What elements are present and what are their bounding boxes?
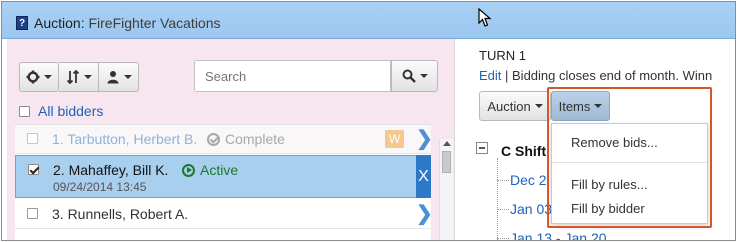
bidder-row[interactable]: 3. Runnells, Robert A. ❯ <box>15 199 433 229</box>
gear-icon <box>26 70 40 84</box>
sort-icon <box>66 70 79 84</box>
turn-info-text: Bidding closes end of month. Winn <box>512 68 713 83</box>
window-title-prefix: Auction: <box>34 15 85 31</box>
bidder-timestamp: 09/24/2014 13:45 <box>53 180 147 194</box>
bidder-name: 3. Runnells, Robert A. <box>52 206 189 222</box>
chevron-down-icon <box>123 75 132 79</box>
turn-info: Edit | Bidding closes end of month. Winn <box>479 68 712 83</box>
winner-badge: W <box>385 130 404 148</box>
all-bidders-toggle[interactable]: All bidders <box>19 103 103 119</box>
auction-menu-button[interactable]: Auction <box>479 91 551 121</box>
chevron-down-icon <box>534 104 543 108</box>
search-input[interactable] <box>194 60 391 92</box>
chevron-down-icon <box>419 74 428 78</box>
items-dropdown-menu: Remove bids... Fill by rules... Fill by … <box>551 123 708 224</box>
items-menu-label: Items <box>558 98 591 114</box>
search-icon <box>402 69 416 83</box>
tree-connector <box>497 158 498 240</box>
scroll-up-icon[interactable] <box>443 141 451 146</box>
chevron-down-icon <box>594 104 603 108</box>
remove-bidder-button[interactable]: X <box>416 155 431 198</box>
bidder-status: Complete <box>207 131 285 147</box>
tree-group-title: C Shift <box>501 143 547 159</box>
tree-connector <box>497 238 509 239</box>
all-bidders-checkbox[interactable] <box>19 105 30 117</box>
tree-connector <box>497 209 509 210</box>
bidder-status-label: Active <box>200 162 239 178</box>
window-title-name: FireFighter Vacations <box>88 15 221 31</box>
tree-item[interactable]: Jan 13 - Jan 20 <box>510 230 607 240</box>
bidder-checkbox[interactable] <box>28 164 39 175</box>
bidder-name: 2. Mahaffey, Bill K. <box>53 162 169 178</box>
vertical-scrollbar[interactable] <box>439 139 453 240</box>
window-titlebar: ? Auction: FireFighter Vacations <box>2 2 735 39</box>
bidder-list: 1. Tarbutton, Herbert B. Complete W ❯ 2.… <box>15 124 433 240</box>
edit-link[interactable]: Edit <box>479 68 501 83</box>
search-button[interactable] <box>391 60 438 92</box>
bidder-checkbox[interactable] <box>27 208 38 219</box>
items-menu-button[interactable]: Items <box>551 91 610 121</box>
turn-separator: | <box>501 68 513 83</box>
bidder-row[interactable]: 1. Tarbutton, Herbert B. Complete W ❯ <box>15 125 433 154</box>
play-circle-icon <box>182 163 195 177</box>
menu-item-remove-bids[interactable]: Remove bids... <box>571 135 658 150</box>
bidder-status-label: Complete <box>225 131 285 147</box>
auction-window: ? Auction: FireFighter Vacations Search … <box>1 1 736 241</box>
menu-item-fill-by-bidder[interactable]: Fill by bidder <box>571 201 645 216</box>
auction-menu-label: Auction <box>487 98 531 114</box>
window-title: Auction: FireFighter Vacations <box>34 15 221 31</box>
user-icon <box>107 71 118 84</box>
bidders-pane: All bidders 1. Tarbutton, Herbert B. Com… <box>7 39 454 240</box>
chevron-right-icon[interactable]: ❯ <box>416 204 433 224</box>
bidder-checkbox[interactable] <box>27 133 38 144</box>
chevron-down-icon <box>44 75 52 79</box>
menu-item-fill-by-rules[interactable]: Fill by rules... <box>571 177 648 192</box>
bidder-name: 1. Tarbutton, Herbert B. <box>52 131 198 147</box>
chevron-down-icon <box>83 75 92 79</box>
menu-divider <box>552 162 707 163</box>
turn-title: TURN 1 <box>479 48 526 63</box>
tree-item[interactable]: Dec 2 <box>510 172 547 188</box>
all-bidders-label[interactable]: All bidders <box>38 103 103 119</box>
tree-item[interactable]: Jan 03 <box>510 201 552 217</box>
help-icon[interactable]: ? <box>16 16 28 30</box>
sort-menu-button[interactable] <box>59 62 99 92</box>
tree-connector <box>497 180 509 181</box>
chevron-right-icon[interactable]: ❯ <box>416 129 433 149</box>
scrollbar-thumb[interactable] <box>442 151 451 173</box>
bidder-row-selected[interactable]: 2. Mahaffey, Bill K. Active 09/24/2014 1… <box>15 155 431 198</box>
check-circle-icon <box>207 132 220 146</box>
mouse-cursor-icon <box>478 8 492 27</box>
user-menu-button[interactable] <box>99 62 139 92</box>
bidder-status: Active <box>182 162 238 178</box>
settings-menu-button[interactable] <box>19 62 59 92</box>
collapse-toggle-icon[interactable] <box>476 142 488 154</box>
